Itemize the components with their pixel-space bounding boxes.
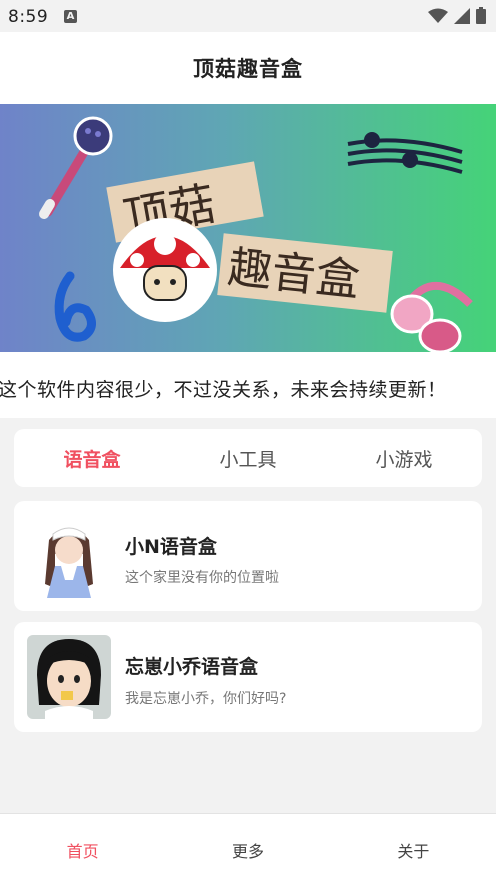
banner-illustration: 顶菇 趣音盒 bbox=[0, 104, 496, 352]
avatar bbox=[27, 635, 111, 719]
tab-games[interactable]: 小游戏 bbox=[326, 445, 482, 472]
nav-home[interactable]: 首页 bbox=[0, 814, 165, 882]
card-title: 忘崽小乔语音盒 bbox=[125, 656, 259, 678]
notice-marquee: 这个软件内容很少，不过没关系，未来会持续更新！ bbox=[0, 352, 496, 418]
signal-icon bbox=[454, 7, 470, 24]
card-title: 小N语音盒 bbox=[125, 536, 217, 558]
notice-text: 这个软件内容很少，不过没关系，未来会持续更新！ bbox=[0, 379, 447, 401]
bottom-navigation: 首页 更多 关于 bbox=[0, 813, 496, 882]
status-time: 8:59 bbox=[8, 7, 49, 27]
mushroom-icon bbox=[113, 218, 217, 322]
card-subtitle: 我是忘崽小乔，你们好吗? bbox=[125, 691, 287, 707]
card-subtitle: 这个家里没有你的位置啦 bbox=[125, 570, 279, 586]
voice-box-card-xiao-qiao[interactable]: 忘崽小乔语音盒 我是忘崽小乔，你们好吗? bbox=[14, 622, 482, 732]
banner-image[interactable]: 顶菇 趣音盒 bbox=[0, 104, 496, 352]
wifi-icon bbox=[428, 8, 448, 23]
page-title: 顶菇趣音盒 bbox=[193, 57, 303, 81]
notification-icon: A bbox=[64, 10, 77, 23]
avatar bbox=[27, 514, 111, 598]
voice-box-card-xiao-n[interactable]: 小N语音盒 这个家里没有你的位置啦 bbox=[14, 501, 482, 611]
status-icons bbox=[428, 7, 486, 24]
battery-icon bbox=[476, 7, 486, 24]
category-tabs: 语音盒 小工具 小游戏 bbox=[14, 429, 482, 487]
app-bar: 顶菇趣音盒 bbox=[0, 32, 496, 104]
tab-tools[interactable]: 小工具 bbox=[170, 445, 326, 472]
nav-more[interactable]: 更多 bbox=[165, 814, 330, 882]
tab-voice-box[interactable]: 语音盒 bbox=[14, 445, 170, 472]
status-bar: 8:59 A bbox=[0, 0, 496, 32]
nav-about[interactable]: 关于 bbox=[331, 814, 496, 882]
